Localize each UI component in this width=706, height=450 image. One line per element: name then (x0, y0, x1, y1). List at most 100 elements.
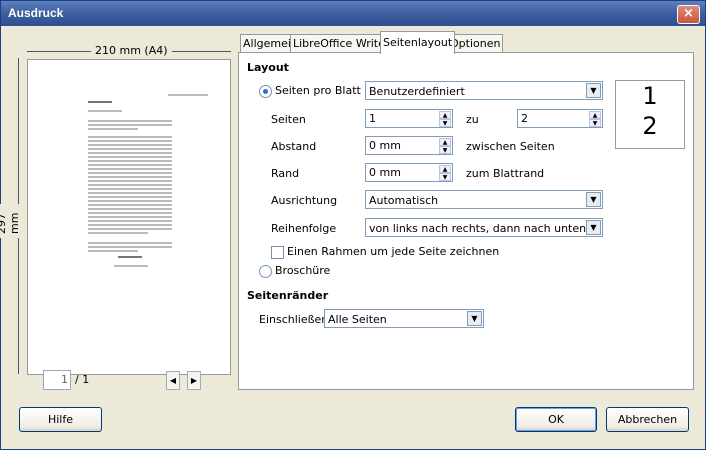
abstand-suffix: zwischen Seiten (466, 140, 555, 153)
brochure-radio[interactable] (259, 265, 272, 278)
print-dialog: Ausdruck × 210 mm (A4) 297 mm 1 / 1 ◀ ▶ … (0, 0, 706, 450)
zu-spinner[interactable]: 2 ▲ ▼ (517, 109, 603, 128)
seiten-label: Seiten (271, 113, 306, 126)
height-label: 297 mm (0, 204, 21, 238)
width-label: 210 mm (A4) (91, 44, 172, 57)
seiten-spinner[interactable]: 1 ▲ ▼ (365, 109, 453, 128)
tab-libreoffice-writer[interactable]: LibreOffice Writer (290, 34, 393, 53)
preview-line (88, 242, 172, 244)
spin-up-icon[interactable]: ▲ (439, 165, 451, 173)
preview-page-2: 2 (642, 112, 658, 140)
prev-page-button[interactable]: ◀ (166, 371, 180, 390)
cancel-button[interactable]: Abbrechen (606, 407, 689, 432)
reihenfolge-label: Reihenfolge (271, 222, 337, 235)
preview-line (88, 140, 172, 142)
preview-page-1: 1 (642, 82, 658, 110)
preview-line (168, 94, 208, 96)
width-dimension: 210 mm (A4) (27, 44, 231, 58)
ausrichtung-select[interactable]: Automatisch ▼ (365, 190, 603, 209)
preview-line (88, 200, 172, 202)
chevron-down-icon: ▼ (586, 220, 601, 235)
page-total: / 1 (75, 373, 90, 386)
spin-up-icon[interactable]: ▲ (589, 111, 601, 119)
spin-down-icon[interactable]: ▼ (439, 173, 451, 181)
preview-line (88, 160, 172, 162)
preview-line (88, 110, 122, 112)
include-select[interactable]: Alle Seiten ▼ (324, 309, 484, 328)
rand-suffix: zum Blattrand (466, 167, 545, 180)
seiten-value: 1 (369, 112, 376, 125)
brochure-label: Broschüre (275, 264, 331, 277)
rand-spinner[interactable]: 0 mm ▲ ▼ (365, 163, 453, 182)
close-button[interactable]: × (677, 5, 700, 24)
height-dimension: 297 mm (0, 58, 25, 374)
rand-label: Rand (271, 167, 300, 180)
preview-line (88, 212, 172, 214)
preview-line (88, 168, 172, 170)
abstand-spinner[interactable]: 0 mm ▲ ▼ (365, 136, 453, 155)
spin-down-icon[interactable]: ▼ (439, 119, 451, 127)
preview-line (88, 128, 138, 130)
reihenfolge-select[interactable]: von links nach rechts, dann nach unten ▼ (365, 218, 603, 237)
pages-per-sheet-radio[interactable] (259, 85, 272, 98)
preview-line (88, 246, 172, 248)
preview-line (88, 124, 172, 126)
abstand-value: 0 mm (369, 139, 401, 152)
ausrichtung-value: Automatisch (369, 194, 439, 207)
preview-line (88, 136, 172, 138)
preview-line (88, 208, 172, 210)
spin-down-icon[interactable]: ▼ (439, 146, 451, 154)
preview-line (88, 148, 172, 150)
preview-line (88, 220, 172, 222)
zu-value: 2 (521, 112, 528, 125)
preview-line (88, 192, 172, 194)
preview-line (88, 196, 172, 198)
margins-heading: Seitenränder (247, 289, 329, 302)
spin-down-icon[interactable]: ▼ (589, 119, 601, 127)
page-preview (27, 59, 231, 375)
preview-line (114, 265, 148, 267)
preview-line (88, 152, 172, 154)
pages-layout-preview: 1 2 (615, 80, 685, 149)
spin-up-icon[interactable]: ▲ (439, 111, 451, 119)
preview-line (88, 164, 172, 166)
preview-line (88, 101, 112, 103)
ok-button[interactable]: OK (515, 407, 597, 432)
next-page-button[interactable]: ▶ (187, 371, 201, 390)
zu-label: zu (466, 113, 479, 126)
preview-line (88, 184, 172, 186)
pages-per-sheet-select[interactable]: Benutzerdefiniert ▼ (365, 81, 603, 100)
preview-line (88, 156, 172, 158)
tab-optionen[interactable]: Optionen (447, 34, 504, 53)
preview-line (88, 180, 172, 182)
layout-heading: Layout (247, 61, 289, 74)
help-button[interactable]: Hilfe (19, 407, 102, 432)
preview-line (88, 228, 172, 230)
pages-per-sheet-label: Seiten pro Blatt (275, 84, 361, 97)
chevron-down-icon: ▼ (586, 192, 601, 207)
page-number-input[interactable]: 1 (43, 370, 71, 390)
spin-up-icon[interactable]: ▲ (439, 138, 451, 146)
reihenfolge-value: von links nach rechts, dann nach unten (369, 222, 587, 235)
window-title: Ausdruck (8, 6, 64, 20)
chevron-left-icon: ◀ (169, 376, 177, 385)
dialog-body: 210 mm (A4) 297 mm 1 / 1 ◀ ▶ Allgemein L… (0, 27, 705, 449)
title-bar: Ausdruck × (1, 1, 705, 26)
ausrichtung-label: Ausrichtung (271, 194, 338, 207)
chevron-right-icon: ▶ (190, 376, 198, 385)
rand-value: 0 mm (369, 166, 401, 179)
preview-line (88, 176, 172, 178)
preview-line (88, 120, 172, 122)
include-label: Einschließen (259, 313, 329, 326)
tab-seitenlayout[interactable]: Seitenlayout (380, 31, 456, 54)
preview-line (88, 224, 172, 226)
frame-checkbox[interactable] (271, 246, 284, 259)
include-value: Alle Seiten (328, 313, 387, 326)
chevron-down-icon: ▼ (586, 83, 601, 98)
preview-line (88, 250, 138, 252)
preview-line (88, 188, 172, 190)
preview-line (88, 216, 172, 218)
frame-label: Einen Rahmen um jede Seite zeichnen (287, 245, 500, 258)
preview-line (88, 204, 172, 206)
pages-per-sheet-value: Benutzerdefiniert (369, 85, 465, 98)
